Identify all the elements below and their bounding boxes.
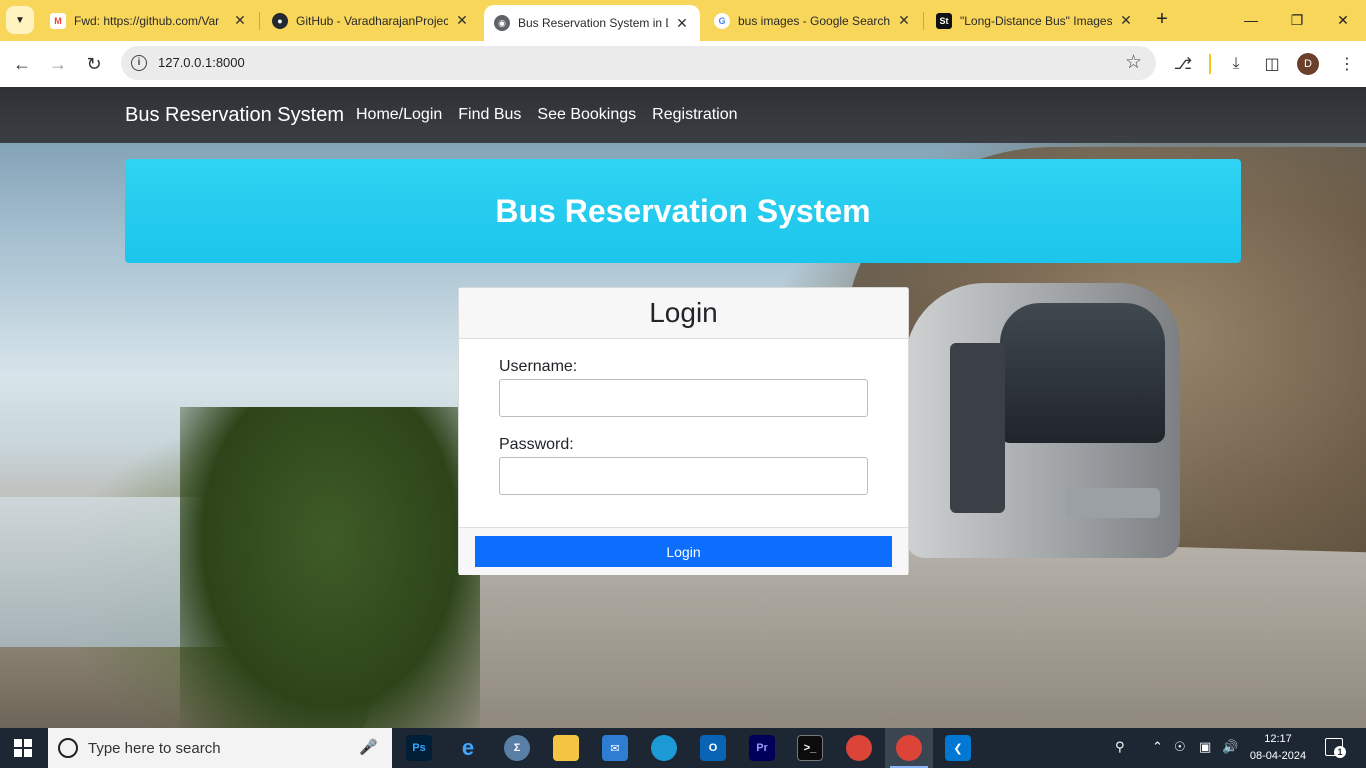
network-icon[interactable]: ☉: [1174, 739, 1186, 755]
minimize-icon: —: [1244, 12, 1258, 28]
browser-tab[interactable]: G bus images - Google Search ✕: [704, 6, 922, 35]
background-greenery: [180, 407, 480, 728]
browser-tab[interactable]: St "Long-Distance Bus" Images ✕: [926, 6, 1144, 35]
tab-title: Bus Reservation System in D: [518, 16, 668, 30]
plus-icon: +: [1156, 8, 1168, 30]
notification-count-badge: 1: [1334, 746, 1346, 758]
clock-date: 08-04-2024: [1249, 750, 1307, 762]
header-banner: Bus Reservation System: [125, 159, 1241, 263]
math-app-icon[interactable]: Σ: [504, 735, 530, 761]
mail-icon[interactable]: ✉: [602, 735, 628, 761]
extensions-icon[interactable]: ⎇: [1170, 51, 1196, 77]
tab-divider: [923, 12, 924, 30]
github-icon: ●: [272, 12, 288, 29]
download-icon[interactable]: ⤓: [1223, 51, 1249, 77]
taskbar-search-placeholder: Type here to search: [88, 740, 221, 757]
restore-button[interactable]: ❐: [1274, 0, 1320, 40]
browser-tab-strip: ▼ M Fwd: https://github.com/Var ✕ ● GitH…: [0, 0, 1366, 41]
google-icon: G: [714, 12, 730, 29]
forward-button[interactable]: →: [43, 49, 73, 79]
search-circle-icon: [58, 738, 78, 758]
password-label: Password:: [499, 436, 574, 453]
browser-tab[interactable]: ● GitHub - VaradharajanProjec ✕: [262, 6, 480, 35]
edge-icon[interactable]: [651, 735, 677, 761]
clock-time: 12:17: [1264, 733, 1292, 745]
notification-center-icon[interactable]: 1: [1325, 738, 1346, 758]
minimize-button[interactable]: —: [1228, 0, 1274, 40]
login-button[interactable]: Login: [475, 536, 892, 567]
nav-link-see-bookings[interactable]: See Bookings: [537, 106, 636, 124]
reload-button[interactable]: ↻: [79, 49, 109, 79]
gmail-icon: M: [50, 12, 66, 29]
browser-tab[interactable]: M Fwd: https://github.com/Var ✕: [40, 6, 258, 35]
page-viewport: Bus Reservation System Home/Login Find B…: [0, 87, 1366, 728]
tab-title: "Long-Distance Bus" Images: [960, 13, 1112, 28]
chrome-icon[interactable]: [846, 735, 872, 761]
outlook-icon[interactable]: O: [700, 735, 726, 761]
site-navbar: Bus Reservation System Home/Login Find B…: [0, 87, 1366, 143]
windows-start-icon[interactable]: [14, 739, 32, 757]
login-card: Login Username: Password: Login: [458, 287, 909, 575]
microphone-icon[interactable]: 🎤: [359, 738, 378, 756]
close-window-button[interactable]: ✕: [1320, 0, 1366, 40]
back-button[interactable]: ←: [7, 49, 37, 79]
arrow-right-icon: →: [49, 53, 67, 74]
globe-icon: ◉: [494, 15, 510, 31]
navbar-brand[interactable]: Bus Reservation System: [125, 104, 344, 127]
premiere-icon[interactable]: Pr: [749, 735, 775, 761]
menu-kebab-icon[interactable]: ⋮: [1334, 51, 1360, 77]
tab-title: GitHub - VaradharajanProjec: [296, 13, 448, 28]
profile-avatar[interactable]: D: [1297, 53, 1319, 75]
browser-tab-active[interactable]: ◉ Bus Reservation System in D ✕: [484, 5, 700, 41]
browser-toolbar: ← → ↻ i 127.0.0.1:8000 ☆ ⎇ ⤓ ◫ D ⋮: [0, 41, 1366, 87]
chrome-profile-icon[interactable]: [896, 735, 922, 761]
side-panel-icon[interactable]: ◫: [1259, 51, 1285, 77]
site-info-icon[interactable]: i: [131, 55, 147, 71]
nav-link-find-bus[interactable]: Find Bus: [458, 106, 521, 124]
toolbar-divider: [1209, 54, 1211, 74]
close-tab-icon[interactable]: ✕: [1118, 12, 1134, 29]
arrow-left-icon: ←: [13, 53, 31, 74]
username-label: Username:: [499, 358, 578, 375]
nav-link-home-login[interactable]: Home/Login: [356, 106, 442, 124]
login-card-header: Login: [459, 288, 908, 339]
login-card-footer: Login: [459, 527, 908, 575]
new-tab-button[interactable]: +: [1150, 8, 1174, 32]
close-tab-icon[interactable]: ✕: [896, 12, 912, 29]
windows-taskbar: Type here to search 🎤 Ps e Σ ✉ O Pr >_ ❮…: [0, 728, 1366, 768]
taskbar-clock[interactable]: 12:17 08-04-2024: [1246, 731, 1310, 765]
bookmark-star-icon[interactable]: ☆: [1125, 51, 1142, 74]
tab-title: bus images - Google Search: [738, 13, 890, 28]
restore-icon: ❐: [1290, 11, 1304, 28]
file-explorer-icon[interactable]: [553, 735, 579, 761]
chevron-down-icon: ▼: [15, 14, 25, 26]
password-input[interactable]: [499, 457, 868, 495]
taskbar-search-box[interactable]: Type here to search 🎤: [48, 728, 392, 768]
volume-icon[interactable]: 🔊: [1222, 739, 1238, 755]
reload-icon: ↻: [86, 53, 102, 74]
background-bus-image: [905, 263, 1190, 563]
address-bar[interactable]: i 127.0.0.1:8000 ☆: [121, 46, 1156, 80]
close-tab-icon[interactable]: ✕: [232, 12, 248, 29]
close-tab-icon[interactable]: ✕: [454, 12, 470, 29]
login-title: Login: [649, 297, 718, 328]
tab-divider: [259, 12, 260, 30]
page-title: Bus Reservation System: [495, 192, 871, 229]
vscode-icon[interactable]: ❮: [945, 735, 971, 761]
close-icon: ✕: [1337, 11, 1349, 28]
edge-legacy-icon[interactable]: e: [455, 735, 481, 761]
tab-search-button[interactable]: ▼: [6, 6, 34, 34]
display-icon[interactable]: ▣: [1199, 739, 1211, 755]
nav-link-registration[interactable]: Registration: [652, 106, 737, 124]
shutterstock-icon: St: [936, 12, 952, 29]
photoshop-icon[interactable]: Ps: [406, 735, 432, 761]
tab-title: Fwd: https://github.com/Var: [74, 13, 220, 28]
navbar-links: Home/Login Find Bus See Bookings Registr…: [356, 106, 738, 124]
username-input[interactable]: [499, 379, 868, 417]
people-icon[interactable]: ⚲: [1115, 739, 1125, 755]
terminal-icon[interactable]: >_: [797, 735, 823, 761]
close-tab-icon[interactable]: ✕: [674, 15, 690, 32]
chevron-up-icon[interactable]: ⌃: [1152, 739, 1163, 755]
url-text[interactable]: 127.0.0.1:8000: [158, 55, 245, 70]
